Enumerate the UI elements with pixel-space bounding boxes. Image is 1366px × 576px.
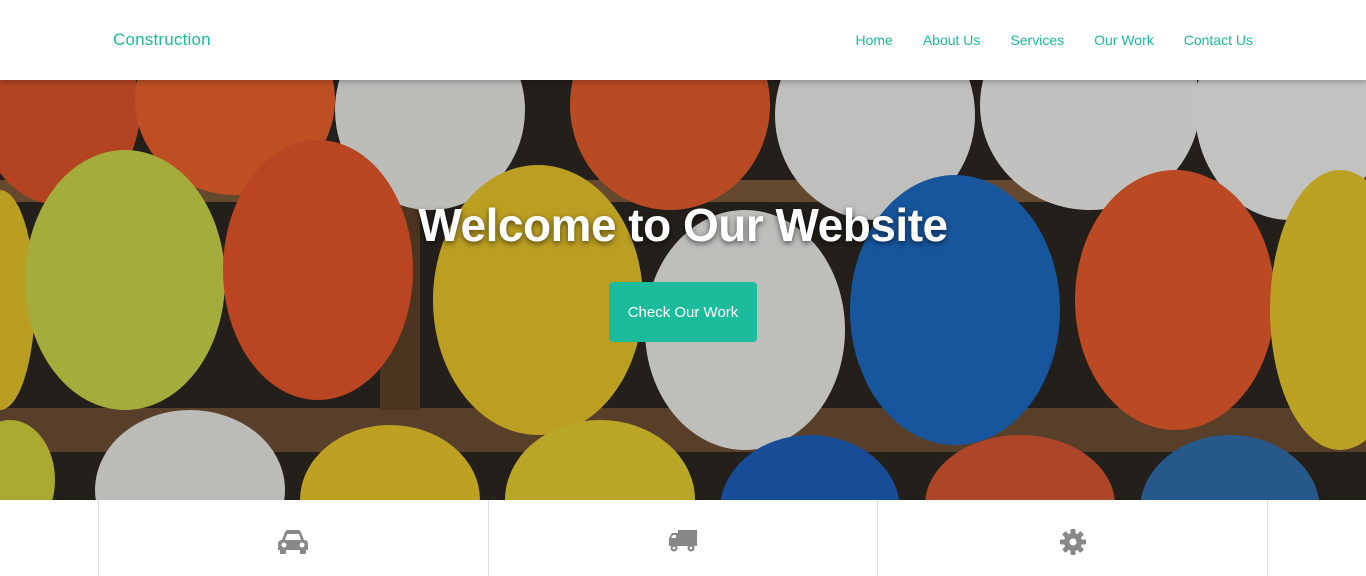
features-row: [98, 500, 1269, 576]
nav-menu: Home About Us Services Our Work Contact …: [855, 32, 1253, 48]
check-our-work-button[interactable]: Check Our Work: [609, 282, 757, 342]
nav-home[interactable]: Home: [855, 32, 892, 48]
brand-logo[interactable]: Construction: [113, 30, 211, 50]
feature-card-gear: [877, 500, 1269, 576]
nav-contact-us[interactable]: Contact Us: [1184, 32, 1253, 48]
nav-our-work[interactable]: Our Work: [1094, 32, 1154, 48]
truck-icon: [668, 528, 698, 559]
nav-about-us[interactable]: About Us: [923, 32, 981, 48]
navbar: Construction Home About Us Services Our …: [0, 0, 1366, 80]
hero-section: Welcome to Our Website Check Our Work: [0, 80, 1366, 500]
feature-card-truck: [487, 500, 878, 576]
car-icon: [275, 528, 311, 561]
gear-icon: [1059, 528, 1087, 561]
feature-card-car: [98, 500, 488, 576]
hero-title: Welcome to Our Website: [418, 199, 948, 251]
nav-services[interactable]: Services: [1010, 32, 1064, 48]
